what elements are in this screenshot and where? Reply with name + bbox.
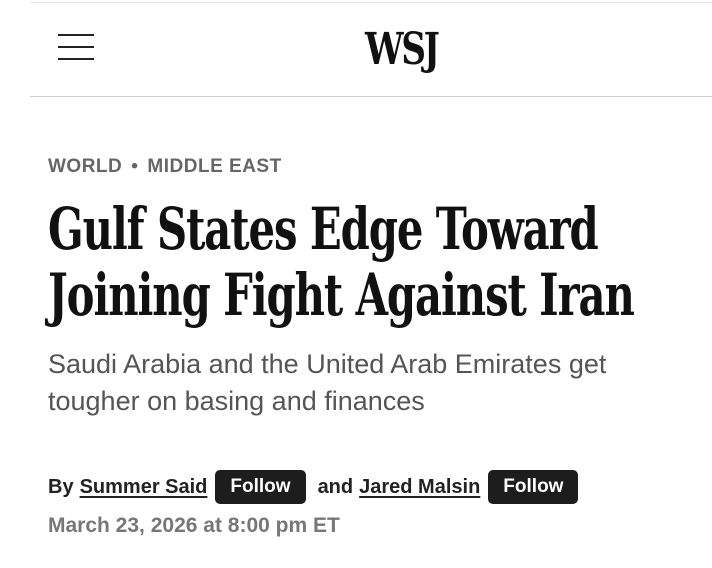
wsj-logo[interactable]: WSJ: [365, 24, 440, 76]
author-link-summer-said[interactable]: Summer Said: [80, 476, 208, 499]
section-link-world[interactable]: WORLD: [48, 156, 122, 177]
section-breadcrumb: WORLD • MIDDLE EAST: [48, 155, 282, 179]
byline-conjunction: and: [317, 475, 354, 498]
headline-line: Joining Fight Against Iran: [48, 261, 635, 329]
breadcrumb-separator: •: [131, 156, 139, 177]
menu-bar: [58, 58, 94, 60]
author-link-jared-malsin[interactable]: Jared Malsin: [359, 476, 480, 499]
site-header: WSJ: [30, 0, 712, 97]
headline-line: Gulf States Edge Toward: [48, 195, 599, 263]
hamburger-menu-icon[interactable]: [58, 32, 94, 62]
section-link-middle-east[interactable]: MIDDLE EAST: [147, 156, 281, 177]
follow-button-summer-said[interactable]: Follow: [215, 470, 306, 504]
follow-button-jared-malsin[interactable]: Follow: [488, 470, 579, 504]
menu-bar: [58, 46, 94, 48]
article-dek: Saudi Arabia and the United Arab Emirate…: [48, 349, 607, 416]
byline-prefix: By: [48, 475, 74, 498]
byline: By Summer Said Follow and Jared Malsin F…: [48, 469, 579, 505]
article-headline: Gulf States Edge Toward Joining Fight Ag…: [48, 196, 696, 328]
menu-bar: [58, 34, 94, 36]
publish-timestamp: March 23, 2026 at 8:00 pm ET: [48, 514, 340, 537]
